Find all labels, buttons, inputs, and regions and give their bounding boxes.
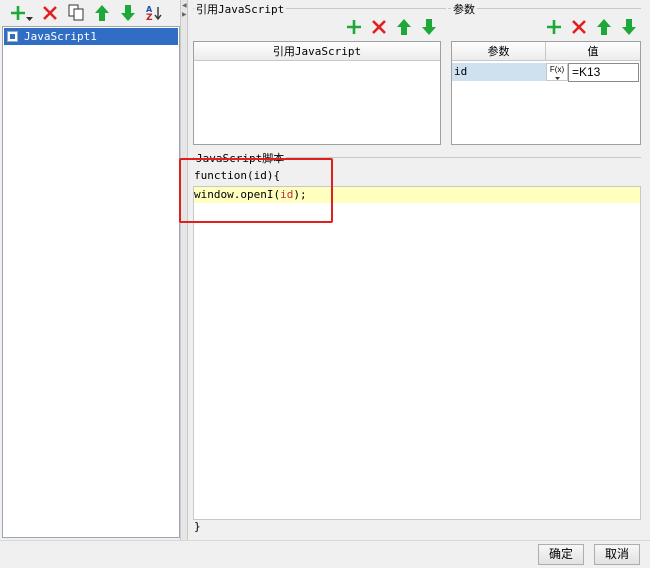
collapse-left-icon[interactable]: ◀ bbox=[182, 2, 187, 9]
js-ref-delete-button[interactable] bbox=[369, 17, 389, 37]
js-reference-title: 引用JavaScript bbox=[194, 1, 287, 17]
js-ref-down-button[interactable] bbox=[419, 17, 439, 37]
sort-button[interactable]: A Z bbox=[144, 3, 164, 23]
script-list: JavaScript1 bbox=[2, 26, 180, 538]
formula-button[interactable]: F(x) bbox=[546, 63, 568, 81]
param-add-button[interactable] bbox=[544, 17, 564, 37]
collapse-right-icon[interactable]: ▶ bbox=[182, 11, 187, 18]
script-editor[interactable] bbox=[193, 186, 641, 520]
js-ref-up-button[interactable] bbox=[394, 17, 414, 37]
js-reference-column-header[interactable]: 引用JavaScript bbox=[194, 42, 440, 61]
arrow-down-icon bbox=[622, 19, 636, 35]
move-down-button[interactable] bbox=[118, 3, 138, 23]
arrow-down-icon bbox=[121, 5, 135, 21]
pane-splitter[interactable]: ◀ ▶ bbox=[180, 0, 188, 540]
annotation-box bbox=[179, 158, 333, 223]
js-ref-add-button[interactable] bbox=[344, 17, 364, 37]
footer-divider bbox=[0, 540, 650, 541]
add-button[interactable] bbox=[8, 3, 28, 23]
left-toolbar: A Z bbox=[0, 0, 182, 26]
js-reference-table[interactable]: 引用JavaScript bbox=[193, 41, 441, 145]
param-column-header[interactable]: 参数 bbox=[452, 42, 546, 61]
arrow-up-icon bbox=[397, 19, 411, 35]
value-column-header[interactable]: 值 bbox=[546, 42, 640, 61]
sort-az-icon: A Z bbox=[146, 5, 162, 22]
list-item[interactable]: JavaScript1 bbox=[4, 28, 178, 45]
javascript-file-icon bbox=[7, 31, 18, 42]
params-table: 参数 值 id F(x) =K13 bbox=[451, 41, 641, 145]
plus-icon bbox=[547, 20, 561, 34]
arrow-up-icon bbox=[95, 5, 109, 21]
param-value-input[interactable]: =K13 bbox=[568, 63, 639, 82]
copy-icon bbox=[68, 4, 84, 21]
x-icon bbox=[572, 20, 586, 34]
copy-button[interactable] bbox=[66, 3, 86, 23]
delete-button[interactable] bbox=[40, 3, 60, 23]
param-down-button[interactable] bbox=[619, 17, 639, 37]
arrow-down-icon bbox=[422, 19, 436, 35]
add-dropdown-chevron-icon[interactable] bbox=[26, 11, 33, 25]
plus-icon bbox=[347, 20, 361, 34]
cancel-button[interactable]: 取消 bbox=[594, 544, 640, 565]
x-icon bbox=[372, 20, 386, 34]
formula-button-label: F(x) bbox=[549, 65, 565, 74]
code-closing-brace: } bbox=[194, 520, 201, 533]
params-title: 参数 bbox=[451, 1, 477, 17]
list-item-label: JavaScript1 bbox=[24, 30, 97, 43]
x-icon bbox=[43, 6, 57, 20]
param-name-cell[interactable]: id bbox=[452, 63, 546, 81]
param-delete-button[interactable] bbox=[569, 17, 589, 37]
arrow-up-icon bbox=[597, 19, 611, 35]
plus-icon bbox=[11, 6, 25, 20]
move-up-button[interactable] bbox=[92, 3, 112, 23]
svg-text:Z: Z bbox=[146, 13, 153, 22]
ok-button[interactable]: 确定 bbox=[538, 544, 584, 565]
chevron-down-icon bbox=[555, 77, 560, 80]
param-up-button[interactable] bbox=[594, 17, 614, 37]
